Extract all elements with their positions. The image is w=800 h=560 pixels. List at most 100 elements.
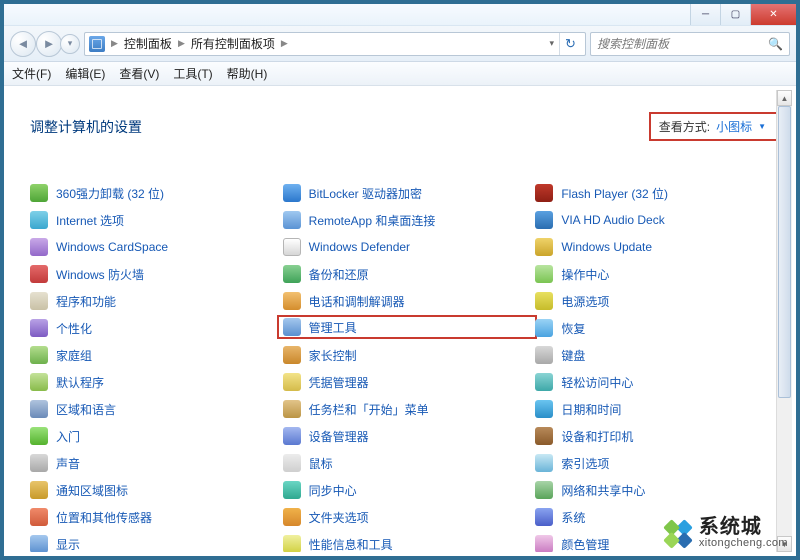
control-panel-item[interactable]: 日期和时间 [535, 399, 778, 419]
back-button[interactable]: ◄ [10, 31, 36, 57]
control-panel-item[interactable]: VIA HD Audio Deck [535, 210, 778, 230]
item-label[interactable]: 电源选项 [561, 293, 609, 310]
control-panel-item[interactable]: 入门 [30, 426, 273, 446]
control-panel-item[interactable]: 系统 [535, 507, 778, 527]
control-panel-item[interactable]: 区域和语言 [30, 399, 273, 419]
item-label[interactable]: VIA HD Audio Deck [561, 213, 664, 227]
breadcrumb-root[interactable]: 控制面板 [124, 35, 172, 52]
view-mode-selector[interactable]: 查看方式: 小图标 ▼ [649, 112, 778, 141]
item-label[interactable]: 默认程序 [56, 374, 104, 391]
item-label[interactable]: Windows CardSpace [56, 240, 168, 254]
refresh-button[interactable]: ↻ [559, 33, 581, 55]
item-label[interactable]: 通知区域图标 [56, 482, 128, 499]
item-label[interactable]: Flash Player (32 位) [561, 185, 668, 202]
menu-help[interactable]: 帮助(H) [227, 65, 268, 82]
control-panel-item[interactable]: Internet 选项 [30, 210, 273, 230]
item-label[interactable]: 入门 [56, 428, 80, 445]
control-panel-item[interactable]: Windows Defender [283, 237, 526, 257]
control-panel-item[interactable]: 位置和其他传感器 [30, 507, 273, 527]
scroll-track[interactable] [777, 106, 792, 536]
item-label[interactable]: 位置和其他传感器 [56, 509, 152, 526]
control-panel-item[interactable]: Windows Update [535, 237, 778, 257]
item-label[interactable]: 备份和还原 [309, 266, 369, 283]
control-panel-item[interactable]: 设备管理器 [283, 426, 526, 446]
control-panel-item[interactable]: 鼠标 [283, 453, 526, 473]
control-panel-item[interactable]: 家长控制 [283, 345, 526, 365]
item-label[interactable]: 日期和时间 [561, 401, 621, 418]
item-label[interactable]: 设备管理器 [309, 428, 369, 445]
control-panel-item[interactable]: 电话和调制解调器 [283, 291, 526, 311]
control-panel-item[interactable]: 键盘 [535, 345, 778, 365]
control-panel-item[interactable]: 性能信息和工具 [283, 534, 526, 552]
control-panel-item[interactable]: 个性化 [30, 318, 273, 338]
control-panel-item[interactable]: 备份和还原 [283, 264, 526, 284]
item-label[interactable]: 个性化 [56, 320, 92, 337]
maximize-button[interactable]: ▢ [720, 4, 750, 25]
control-panel-item[interactable]: 操作中心 [535, 264, 778, 284]
control-panel-item-admin-tools[interactable]: 管理工具 [281, 317, 532, 337]
control-panel-item[interactable]: 网络和共享中心 [535, 480, 778, 500]
control-panel-item[interactable]: 程序和功能 [30, 291, 273, 311]
menu-file[interactable]: 文件(F) [12, 65, 51, 82]
control-panel-item[interactable]: 轻松访问中心 [535, 372, 778, 392]
scroll-up-button[interactable]: ▲ [777, 90, 792, 106]
address-bar[interactable]: ▶ 控制面板 ▶ 所有控制面板项 ▶ ▾ ↻ [84, 32, 586, 56]
control-panel-item[interactable]: 同步中心 [283, 480, 526, 500]
control-panel-item[interactable]: 恢复 [535, 318, 778, 338]
item-label[interactable]: 家长控制 [309, 347, 357, 364]
address-dropdown-button[interactable]: ▾ [546, 38, 557, 49]
scroll-down-button[interactable]: ▼ [777, 536, 792, 552]
breadcrumb-separator[interactable]: ▶ [281, 38, 288, 49]
item-label[interactable]: 文件夹选项 [309, 509, 369, 526]
control-panel-item[interactable]: 声音 [30, 453, 273, 473]
control-panel-item[interactable]: Flash Player (32 位) [535, 183, 778, 203]
control-panel-item[interactable]: Windows 防火墙 [30, 264, 273, 284]
control-panel-item[interactable]: 文件夹选项 [283, 507, 526, 527]
scroll-thumb[interactable] [778, 106, 791, 398]
item-label[interactable]: Windows 防火墙 [56, 266, 144, 283]
control-panel-item[interactable]: 颜色管理 [535, 534, 778, 552]
item-label[interactable]: RemoteApp 和桌面连接 [309, 212, 436, 229]
item-label[interactable]: 同步中心 [309, 482, 357, 499]
item-label[interactable]: 键盘 [561, 347, 585, 364]
item-label[interactable]: 系统 [561, 509, 585, 526]
forward-button[interactable]: ► [36, 31, 62, 57]
item-label[interactable]: 凭据管理器 [309, 374, 369, 391]
control-panel-item[interactable]: Windows CardSpace [30, 237, 273, 257]
control-panel-item[interactable]: BitLocker 驱动器加密 [283, 183, 526, 203]
item-label[interactable]: Windows Update [561, 240, 652, 254]
item-label[interactable]: 网络和共享中心 [561, 482, 645, 499]
item-label[interactable]: 性能信息和工具 [309, 536, 393, 553]
item-label[interactable]: 操作中心 [561, 266, 609, 283]
menu-edit[interactable]: 编辑(E) [65, 65, 105, 82]
control-panel-item[interactable]: 家庭组 [30, 345, 273, 365]
item-label[interactable]: 索引选项 [561, 455, 609, 472]
breadcrumb-separator[interactable]: ▶ [178, 38, 185, 49]
recent-locations-button[interactable]: ▾ [60, 34, 80, 54]
control-panel-item[interactable]: 电源选项 [535, 291, 778, 311]
control-panel-item[interactable]: 设备和打印机 [535, 426, 778, 446]
item-label[interactable]: Windows Defender [309, 240, 410, 254]
control-panel-item[interactable]: 任务栏和「开始」菜单 [283, 399, 526, 419]
item-label[interactable]: 区域和语言 [56, 401, 116, 418]
control-panel-item[interactable]: RemoteApp 和桌面连接 [283, 210, 526, 230]
item-label[interactable]: BitLocker 驱动器加密 [309, 185, 422, 202]
item-label[interactable]: 颜色管理 [561, 536, 609, 553]
close-button[interactable]: ✕ [750, 4, 796, 25]
item-label[interactable]: 360强力卸载 (32 位) [56, 185, 164, 202]
menu-tools[interactable]: 工具(T) [173, 65, 212, 82]
item-label[interactable]: 管理工具 [309, 319, 357, 336]
search-input[interactable]: 搜索控制面板 🔍 [590, 32, 790, 56]
breadcrumb-current[interactable]: 所有控制面板项 [191, 35, 275, 52]
item-label[interactable]: 任务栏和「开始」菜单 [309, 401, 429, 418]
control-panel-item[interactable]: 显示 [30, 534, 273, 552]
item-label[interactable]: 家庭组 [56, 347, 92, 364]
minimize-button[interactable]: ─ [690, 4, 720, 25]
item-label[interactable]: 设备和打印机 [561, 428, 633, 445]
item-label[interactable]: 鼠标 [309, 455, 333, 472]
item-label[interactable]: 轻松访问中心 [561, 374, 633, 391]
vertical-scrollbar[interactable]: ▲ ▼ [776, 90, 792, 552]
item-label[interactable]: Internet 选项 [56, 212, 124, 229]
control-panel-item[interactable]: 默认程序 [30, 372, 273, 392]
control-panel-item[interactable]: 通知区域图标 [30, 480, 273, 500]
